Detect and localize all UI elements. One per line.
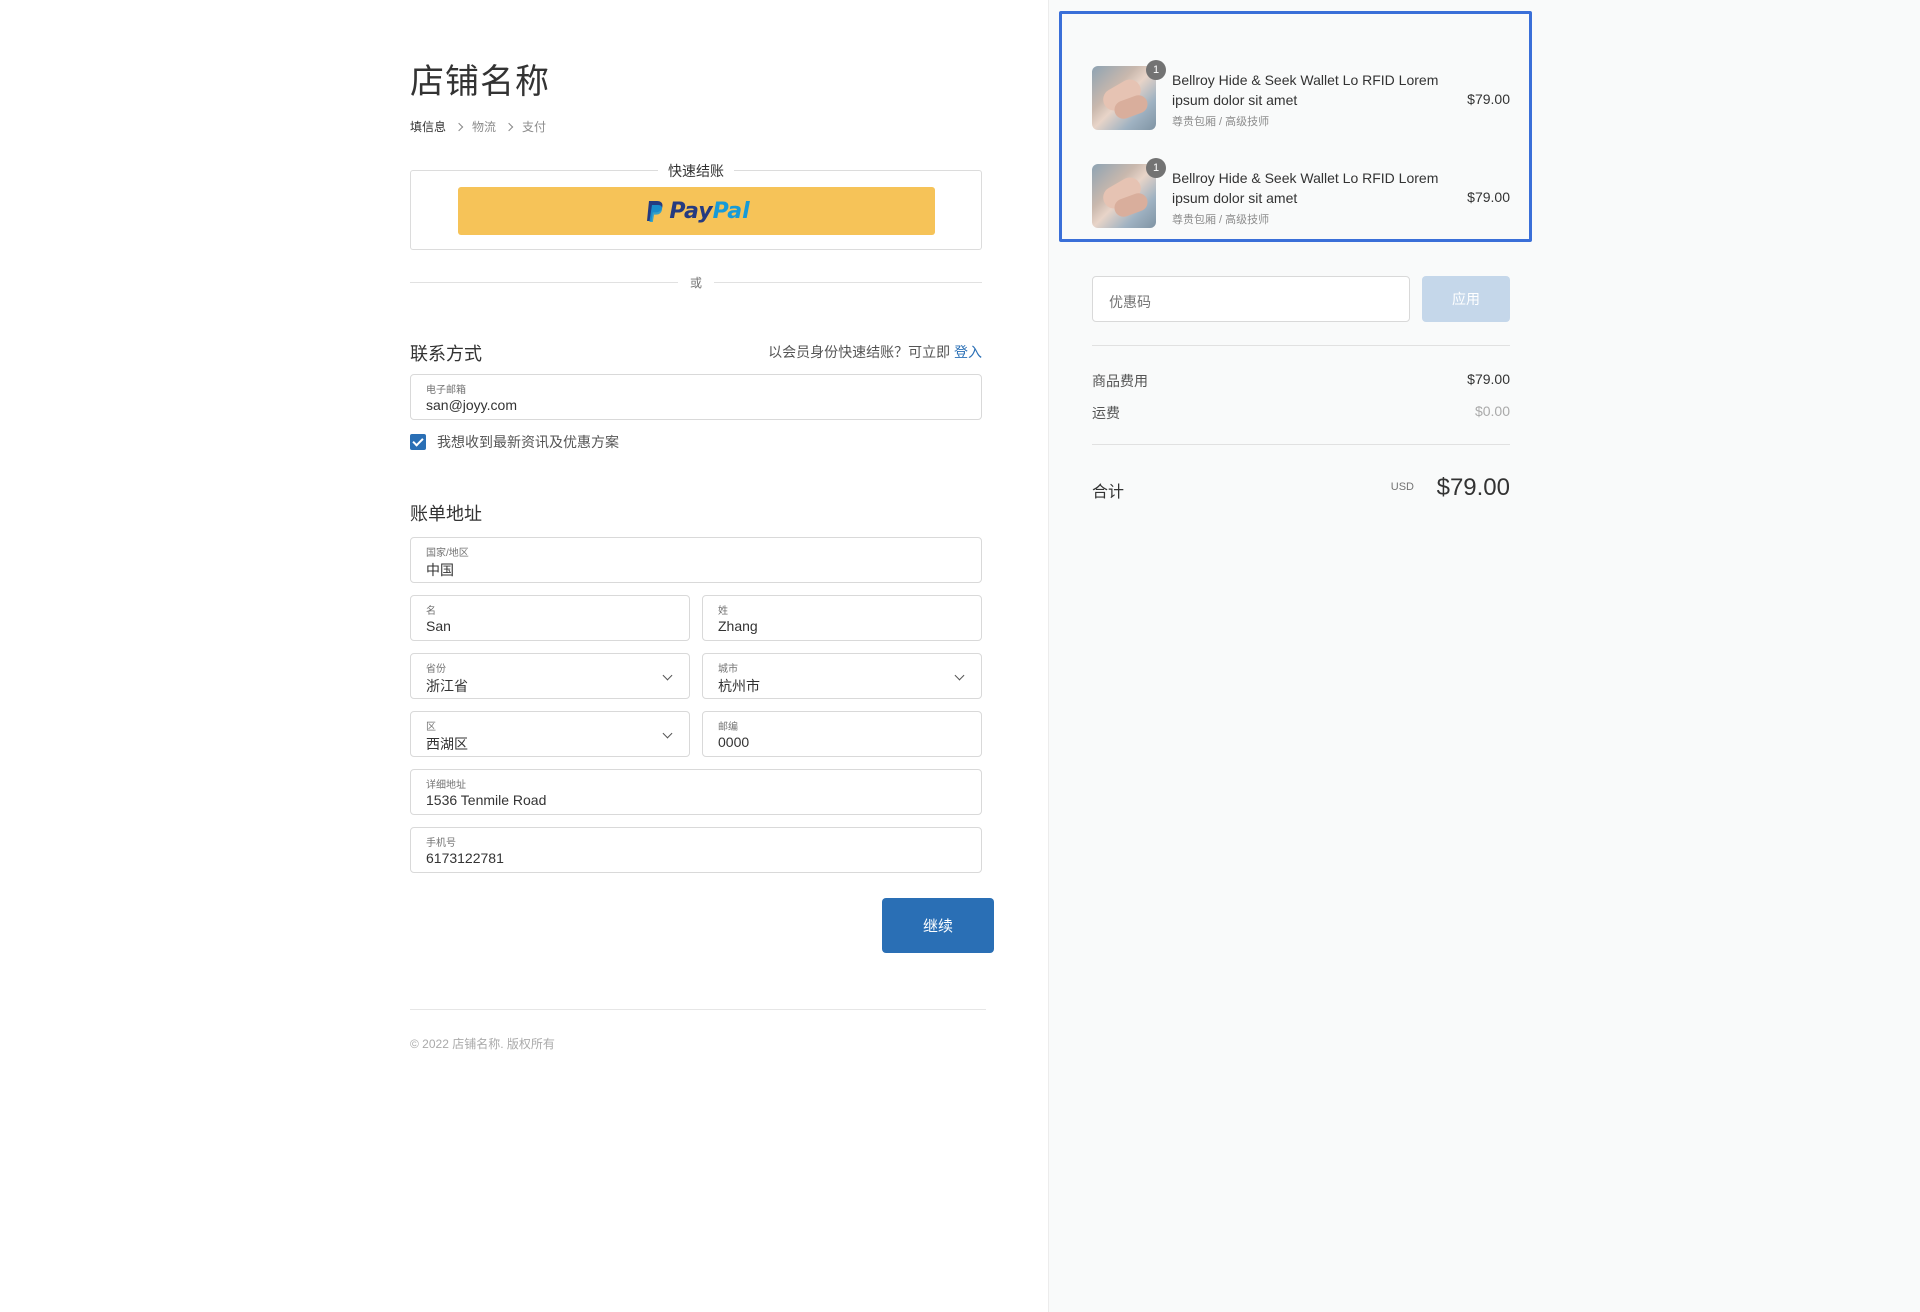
newsletter-label: 我想收到最新资讯及优惠方案 [437,434,619,450]
chevron-down-icon [662,670,673,681]
apply-coupon-button[interactable]: 应用 [1422,276,1510,322]
or-divider: 或 [410,274,982,291]
subtotal-value: $79.00 [1467,371,1510,387]
district-value: 西湖区 [426,736,468,752]
province-label: 省份 [426,664,446,675]
continue-button[interactable]: 继续 [882,898,994,953]
or-label: 或 [677,274,715,291]
login-hint: 以会员身份快速结账？可立即 登入 [768,342,982,362]
newsletter-checkbox[interactable] [410,434,426,450]
last-name-field[interactable]: 姓 Zhang [702,595,982,641]
breadcrumb-step-info[interactable]: 填信息 [410,118,446,135]
login-hint-text: 以会员身份快速结账？可立即 [768,344,951,360]
contact-section-title: 联系方式 [410,344,482,364]
chevron-down-icon [954,670,965,681]
district-select[interactable]: 区 西湖区 [410,711,690,757]
country-value: 中国 [426,562,454,578]
billing-section-title: 账单地址 [410,504,482,524]
email-value: san@joyy.com [426,397,517,413]
summary-divider [1092,444,1510,445]
cart-item: 1 Bellroy Hide & Seek Wallet Lo RFID Lor… [1092,158,1510,228]
newsletter-option[interactable]: 我想收到最新资讯及优惠方案 [410,432,619,452]
quantity-badge: 1 [1146,158,1166,178]
zip-field[interactable]: 邮编 0000 [702,711,982,757]
first-name-label: 名 [426,606,436,617]
email-field[interactable]: 电子邮箱 san@joyy.com [410,374,982,420]
country-label: 国家/地区 [426,548,469,559]
breadcrumb-step-shipping: 物流 [472,120,497,134]
product-variant: 尊贵包厢 / 高级技师 [1172,116,1270,128]
coupon-input[interactable]: 优惠码 [1092,276,1410,322]
city-label: 城市 [718,664,738,675]
email-label: 电子邮箱 [426,385,466,396]
phone-field[interactable]: 手机号 6173122781 [410,827,982,873]
last-name-value: Zhang [718,618,758,634]
express-checkout-title: 快速结账 [658,161,734,181]
chevron-down-icon [662,728,673,739]
summary-divider [1092,345,1510,346]
paypal-icon [647,201,663,222]
footer-copyright: © 2022 店铺名称. 版权所有 [410,1037,555,1051]
zip-value: 0000 [718,734,750,750]
product-thumbnail [1092,164,1156,228]
product-thumbnail [1092,66,1156,130]
product-name: Bellroy Hide & Seek Wallet Lo RFID Lorem… [1172,170,1439,206]
paypal-text-pal: Pal [712,198,750,224]
chevron-right-icon [454,122,464,131]
product-name: Bellroy Hide & Seek Wallet Lo RFID Lorem… [1172,72,1439,108]
province-value: 浙江省 [426,678,468,694]
shipping-value: $0.00 [1474,403,1510,419]
breadcrumb-step-payment: 支付 [522,120,547,134]
paypal-logo: Pay Pal [643,198,750,224]
paypal-text-pay: Pay [669,198,713,224]
city-value: 杭州市 [718,678,760,694]
first-name-field[interactable]: 名 San [410,595,690,641]
cart-item: 1 Bellroy Hide & Seek Wallet Lo RFID Lor… [1092,60,1510,130]
last-name-label: 姓 [718,606,728,617]
checkout-main-panel: 店铺名称 填信息 物流 支付 快速结账 Pay Pal 或 联系方式 以会员身份… [0,0,1048,1312]
chevron-right-icon [504,122,514,131]
subtotal-label: 商品费用 [1092,373,1148,389]
paypal-button[interactable]: Pay Pal [458,187,935,235]
shipping-label: 运费 [1092,405,1120,421]
address-field[interactable]: 详细地址 1536 Tenmile Road [410,769,982,815]
first-name-value: San [426,618,451,634]
coupon-placeholder: 优惠码 [1109,294,1151,310]
total-label: 合计 [1092,484,1125,501]
province-select[interactable]: 省份 浙江省 [410,653,690,699]
district-label: 区 [426,722,436,733]
address-value: 1536 Tenmile Road [426,792,547,808]
product-price: $79.00 [1467,189,1510,205]
express-checkout-box: 快速结账 Pay Pal [410,161,982,250]
total-amount: $79.00 [1436,474,1510,501]
quantity-badge: 1 [1146,60,1166,80]
phone-value: 6173122781 [426,850,504,866]
breadcrumb: 填信息 物流 支付 [410,118,546,135]
login-link[interactable]: 登入 [954,344,982,360]
product-price: $79.00 [1467,91,1510,107]
total-currency: USD [1390,481,1414,493]
country-field[interactable]: 国家/地区 中国 [410,537,982,583]
city-select[interactable]: 城市 杭州市 [702,653,982,699]
store-title: 店铺名称 [410,63,550,101]
product-variant: 尊贵包厢 / 高级技师 [1172,214,1270,226]
shipping-row: 运费 $0.00 [1092,403,1510,423]
footer-divider [410,1009,986,1010]
subtotal-row: 商品费用 $79.00 [1092,371,1510,391]
phone-label: 手机号 [426,838,456,849]
zip-label: 邮编 [718,722,738,733]
address-label: 详细地址 [426,780,466,791]
total-row: 合计 USD $79.00 [1092,474,1510,504]
